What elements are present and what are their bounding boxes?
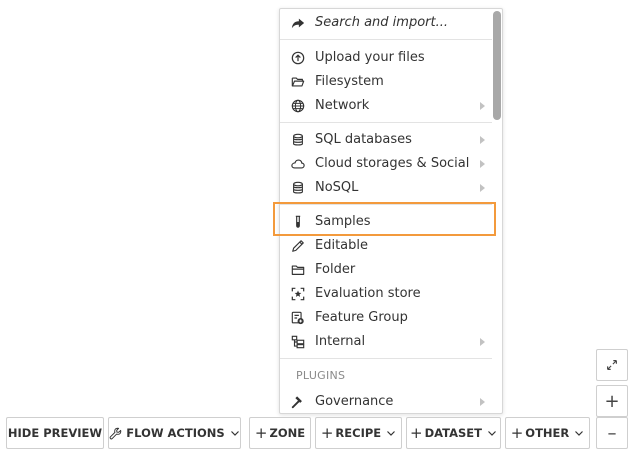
zoom-in-icon: + [604, 390, 620, 412]
folder-icon [291, 263, 305, 277]
submenu-arrow-icon [480, 184, 485, 192]
menu-scrollbar[interactable] [493, 11, 501, 411]
menu-item-label: Editable [315, 238, 369, 253]
menu-item-filesystem[interactable]: Filesystem [280, 70, 492, 94]
menu-item-editable[interactable]: Editable [280, 234, 492, 258]
menu-item-label: Governance [315, 394, 394, 409]
menu-item-label: Network [315, 98, 370, 113]
menu-item-evaluation-store[interactable]: Evaluation store [280, 282, 492, 306]
evaluation-star-icon [291, 287, 305, 301]
button-label: HIDE PREVIEW [7, 426, 103, 440]
internal-icon [291, 335, 305, 349]
menu-item-label: SQL databases [315, 132, 412, 147]
submenu-arrow-icon [480, 338, 485, 346]
menu-item-label: NoSQL [315, 180, 359, 195]
chevron-down-icon [575, 431, 584, 436]
button-label: OTHER [525, 426, 570, 440]
globe-icon [291, 99, 305, 113]
upload-circle-icon [291, 51, 305, 65]
button-label: FLOW ACTIONS [126, 426, 225, 440]
dataset-dropdown-menu: Search and import... Upload your files F… [279, 8, 503, 414]
menu-item-label: Upload your files [315, 50, 425, 65]
folder-open-icon [291, 75, 305, 89]
flow-canvas: Search and import... Upload your files F… [0, 0, 633, 456]
menu-item-sql-databases[interactable]: SQL databases [280, 128, 492, 152]
menu-divider [280, 204, 492, 205]
wrench-icon [109, 427, 122, 439]
scrollbar-thumb[interactable] [493, 11, 501, 120]
plus-icon: + [510, 424, 524, 442]
plus-icon: + [410, 424, 423, 442]
menu-item-feature-group[interactable]: Feature Group [280, 306, 492, 330]
menu-item-label: Search and import... [315, 15, 448, 30]
menu-item-search-import[interactable]: Search and import... [280, 11, 492, 35]
menu-item-nosql[interactable]: NoSQL [280, 176, 492, 200]
button-label: DATASET [424, 426, 482, 440]
menu-item-label: Samples [315, 214, 371, 229]
cloud-icon [291, 157, 305, 171]
database-icon [291, 181, 305, 195]
menu-item-label: Folder [315, 262, 356, 277]
menu-content: Search and import... Upload your files F… [280, 9, 492, 413]
hide-preview-button[interactable]: HIDE PREVIEW [6, 417, 104, 449]
share-arrow-icon [291, 16, 305, 30]
menu-divider [280, 358, 492, 359]
menu-item-network[interactable]: Network [280, 94, 492, 118]
menu-item-governance[interactable]: Governance [280, 390, 492, 413]
add-other-button[interactable]: + OTHER [505, 417, 590, 449]
database-icon [291, 133, 305, 147]
test-tube-icon [291, 215, 305, 229]
menu-item-label: Evaluation store [315, 286, 421, 301]
pencil-icon [291, 239, 305, 253]
feature-group-icon [291, 311, 305, 325]
plus-icon: + [254, 424, 268, 442]
fit-view-button[interactable] [596, 349, 628, 381]
menu-item-upload-files[interactable]: Upload your files [280, 46, 492, 70]
chevron-down-icon [230, 431, 239, 436]
zoom-out-button[interactable]: – [596, 417, 628, 449]
menu-divider [280, 39, 492, 40]
flow-actions-button[interactable]: FLOW ACTIONS [108, 417, 241, 449]
zoom-out-icon: – [607, 422, 617, 444]
add-dataset-button[interactable]: + DATASET [406, 417, 501, 449]
menu-item-label: Filesystem [315, 74, 384, 89]
add-recipe-button[interactable]: + RECIPE [315, 417, 402, 449]
submenu-arrow-icon [480, 398, 485, 406]
menu-divider [280, 122, 492, 123]
zoom-in-button[interactable]: + [596, 385, 628, 417]
menu-item-label: Cloud storages & Social [315, 156, 470, 171]
plus-icon: + [320, 424, 334, 442]
expand-arrows-icon [607, 360, 617, 370]
plugins-section-label: PLUGINS [296, 369, 346, 382]
chevron-down-icon [387, 431, 396, 436]
gavel-icon [291, 395, 305, 409]
menu-item-label: Feature Group [315, 310, 408, 325]
menu-item-folder[interactable]: Folder [280, 258, 492, 282]
menu-item-label: Internal [315, 334, 366, 349]
add-zone-button[interactable]: + ZONE [249, 417, 311, 449]
button-label: ZONE [269, 426, 306, 440]
submenu-arrow-icon [480, 160, 485, 168]
menu-item-samples[interactable]: Samples [280, 210, 492, 234]
menu-item-internal[interactable]: Internal [280, 330, 492, 354]
submenu-arrow-icon [480, 136, 485, 144]
menu-item-cloud-storages[interactable]: Cloud storages & Social [280, 152, 492, 176]
submenu-arrow-icon [480, 102, 485, 110]
chevron-down-icon [488, 431, 496, 436]
button-label: RECIPE [335, 426, 382, 440]
